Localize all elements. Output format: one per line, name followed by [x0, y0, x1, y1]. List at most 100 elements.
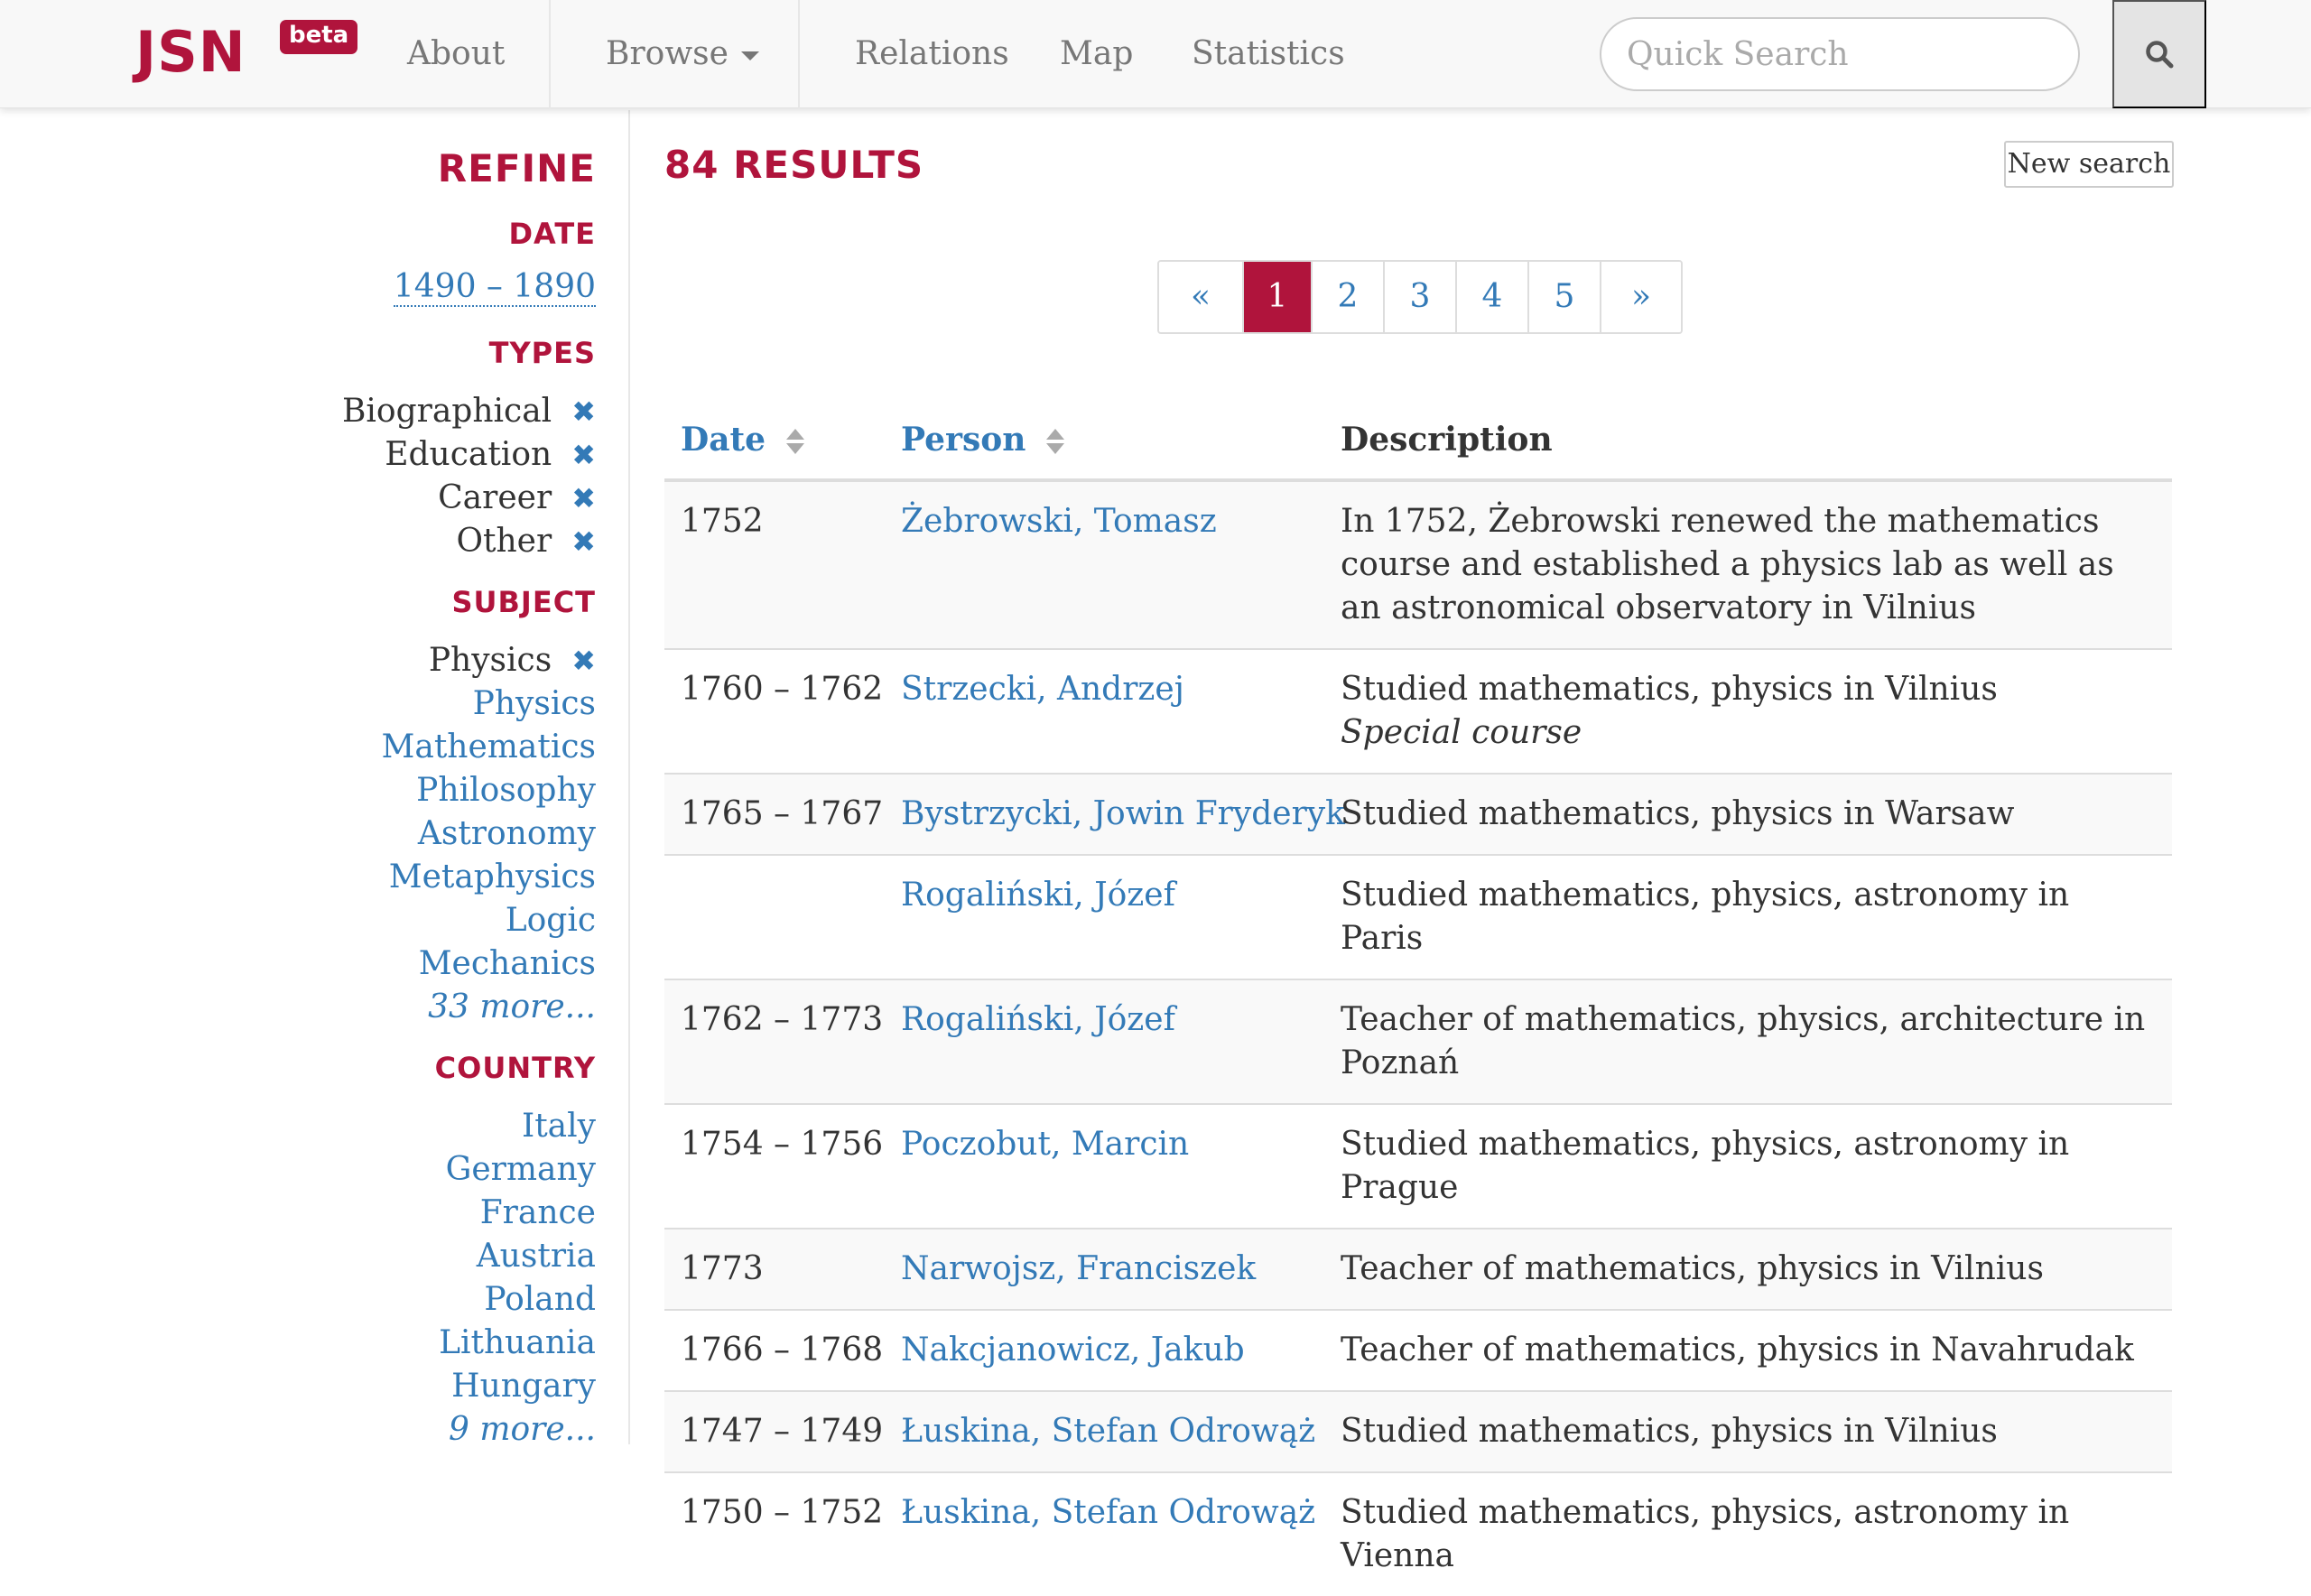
selected-subject-label: Physics — [428, 642, 552, 679]
types-heading: TYPES — [488, 336, 596, 370]
types-selected-list: Biographical ✖ Education ✖ Career ✖ Other ✖ — [342, 390, 596, 563]
selected-type-label: Other — [456, 523, 552, 560]
close-icon[interactable]: ✖ — [571, 639, 596, 682]
country-link[interactable]: Hungary — [451, 1368, 596, 1405]
pagination-page-4[interactable]: 4 — [1455, 262, 1527, 332]
row-description: Teacher of mathematics, physics in Vilni… — [1324, 1228, 2172, 1310]
nav-statistics[interactable]: Statistics — [1192, 0, 1345, 108]
row-date: 1760 – 1762 — [664, 648, 885, 774]
quick-search-input[interactable] — [1600, 17, 2080, 91]
description-text: Teacher of mathematics, physics in Navah… — [1341, 1332, 2134, 1369]
table-header-row: Date Person Description — [664, 385, 2172, 482]
person-link[interactable]: Żebrowski, Tomasz — [901, 503, 1217, 540]
search-button[interactable] — [2112, 0, 2206, 108]
selected-type-item: Education ✖ — [342, 433, 596, 477]
table-row: 1766 – 1768 Nakcjanowicz, Jakub Teacher … — [664, 1309, 2172, 1391]
country-link[interactable]: Austria — [477, 1238, 596, 1275]
person-link[interactable]: Rogaliński, Józef — [901, 877, 1175, 914]
selected-type-item: Career ✖ — [342, 477, 596, 520]
subject-option: Mechanics — [382, 942, 596, 986]
nav-relations[interactable]: Relations — [855, 0, 1009, 108]
subject-heading: SUBJECT — [451, 585, 596, 619]
description-text: Studied mathematics, physics in Vilnius — [1341, 671, 1998, 708]
subject-link[interactable]: Philosophy — [416, 772, 596, 809]
row-description: Studied mathematics, physics, astronomy … — [1324, 1103, 2172, 1229]
row-date: 1765 – 1767 — [664, 773, 885, 855]
close-icon[interactable]: ✖ — [571, 433, 596, 477]
subject-link[interactable]: Astronomy — [418, 815, 596, 852]
description-text: In 1752, Żebrowski renewed the mathemati… — [1341, 503, 2114, 626]
sort-icon — [1045, 427, 1065, 458]
country-link[interactable]: France — [480, 1194, 596, 1231]
row-description: Teacher of mathematics, physics in Navah… — [1324, 1309, 2172, 1391]
person-link[interactable]: Bystrzycki, Jowin Fryderyk — [901, 795, 1345, 832]
row-date: 1762 – 1773 — [664, 979, 885, 1104]
person-link[interactable]: Nakcjanowicz, Jakub — [901, 1332, 1245, 1369]
person-link[interactable]: Poczobut, Marcin — [901, 1126, 1189, 1163]
top-navbar: JSN beta About Browse Relations Map Stat… — [0, 0, 2311, 108]
row-date: 1754 – 1756 — [664, 1103, 885, 1229]
person-column-header[interactable]: Person — [885, 385, 1324, 482]
subject-link[interactable]: Mathematics — [382, 728, 597, 766]
pagination-prev[interactable]: « — [1159, 262, 1242, 332]
nav-browse-dropdown[interactable]: Browse — [606, 0, 759, 108]
results-count-heading: 84 RESULTS — [664, 143, 924, 187]
table-row: 1765 – 1767 Bystrzycki, Jowin Fryderyk S… — [664, 773, 2172, 855]
country-link[interactable]: Italy — [522, 1108, 596, 1145]
nav-divider — [798, 0, 800, 108]
selected-type-item: Biographical ✖ — [342, 390, 596, 433]
subject-option: Logic — [382, 899, 596, 942]
country-more-link[interactable]: 9 more... — [449, 1411, 596, 1448]
caret-down-icon — [740, 51, 759, 60]
subject-option: Philosophy — [382, 769, 596, 812]
description-text: Studied mathematics, physics, astronomy … — [1341, 1494, 2070, 1574]
subject-list: Physics ✖ Physics Mathematics Philosophy … — [382, 639, 597, 1029]
date-column-header[interactable]: Date — [664, 385, 885, 482]
country-option: Austria — [439, 1235, 596, 1278]
subject-option: Astronomy — [382, 812, 596, 856]
nav-divider — [549, 0, 551, 108]
selected-subject-item: Physics ✖ — [382, 639, 596, 682]
country-link[interactable]: Germany — [446, 1151, 596, 1188]
close-icon[interactable]: ✖ — [571, 390, 596, 433]
person-link[interactable]: Strzecki, Andrzej — [901, 671, 1184, 708]
close-icon[interactable]: ✖ — [571, 520, 596, 563]
table-row: 1750 – 1752 Łuskina, Stefan Odrowąż Stud… — [664, 1471, 2172, 1596]
close-icon[interactable]: ✖ — [571, 477, 596, 520]
refine-sidebar: REFINE DATE 1490 – 1890 TYPES Biographic… — [0, 110, 630, 1448]
row-description: Teacher of mathematics, physics, archite… — [1324, 979, 2172, 1104]
brand-name: JSN — [135, 19, 246, 85]
date-header-label: Date — [681, 421, 766, 459]
subject-link[interactable]: Mechanics — [419, 945, 596, 982]
new-search-button[interactable]: New search — [2004, 141, 2174, 188]
subject-link[interactable]: Logic — [506, 902, 596, 939]
row-date — [664, 854, 885, 979]
date-range-filter[interactable]: 1490 – 1890 — [393, 268, 596, 307]
pagination-page-3[interactable]: 3 — [1383, 262, 1455, 332]
person-link[interactable]: Rogaliński, Józef — [901, 1001, 1175, 1038]
row-date: 1773 — [664, 1228, 885, 1310]
subject-link[interactable]: Physics — [473, 685, 596, 722]
country-link[interactable]: Poland — [484, 1281, 596, 1318]
description-text: Studied mathematics, physics in Warsaw — [1341, 795, 2015, 832]
pagination-page-5[interactable]: 5 — [1527, 262, 1600, 332]
nav-about[interactable]: About — [407, 0, 505, 108]
table-row: 1762 – 1773 Rogaliński, Józef Teacher of… — [664, 979, 2172, 1104]
pagination-next[interactable]: » — [1600, 262, 1681, 332]
subject-option: Physics — [382, 682, 596, 726]
country-link[interactable]: Lithuania — [439, 1324, 596, 1361]
table-row: Rogaliński, Józef Studied mathematics, p… — [664, 854, 2172, 979]
subject-more-link[interactable]: 33 more... — [428, 988, 596, 1025]
table-row: 1760 – 1762 Strzecki, Andrzej Studied ma… — [664, 648, 2172, 774]
pagination-page-2[interactable]: 2 — [1311, 262, 1383, 332]
person-link[interactable]: Łuskina, Stefan Odrowąż — [901, 1494, 1315, 1531]
person-link[interactable]: Narwojsz, Franciszek — [901, 1250, 1256, 1287]
pagination-page-1[interactable]: 1 — [1242, 262, 1311, 332]
nav-map[interactable]: Map — [1060, 0, 1133, 108]
subject-link[interactable]: Metaphysics — [389, 858, 596, 895]
selected-type-label: Biographical — [341, 393, 552, 430]
description-text: Teacher of mathematics, physics, archite… — [1341, 1001, 2146, 1081]
table-row: 1754 – 1756 Poczobut, Marcin Studied mat… — [664, 1103, 2172, 1229]
country-heading: COUNTRY — [434, 1051, 596, 1085]
results-table: Date Person Description 1752 Żebrowski, … — [664, 385, 2172, 1596]
